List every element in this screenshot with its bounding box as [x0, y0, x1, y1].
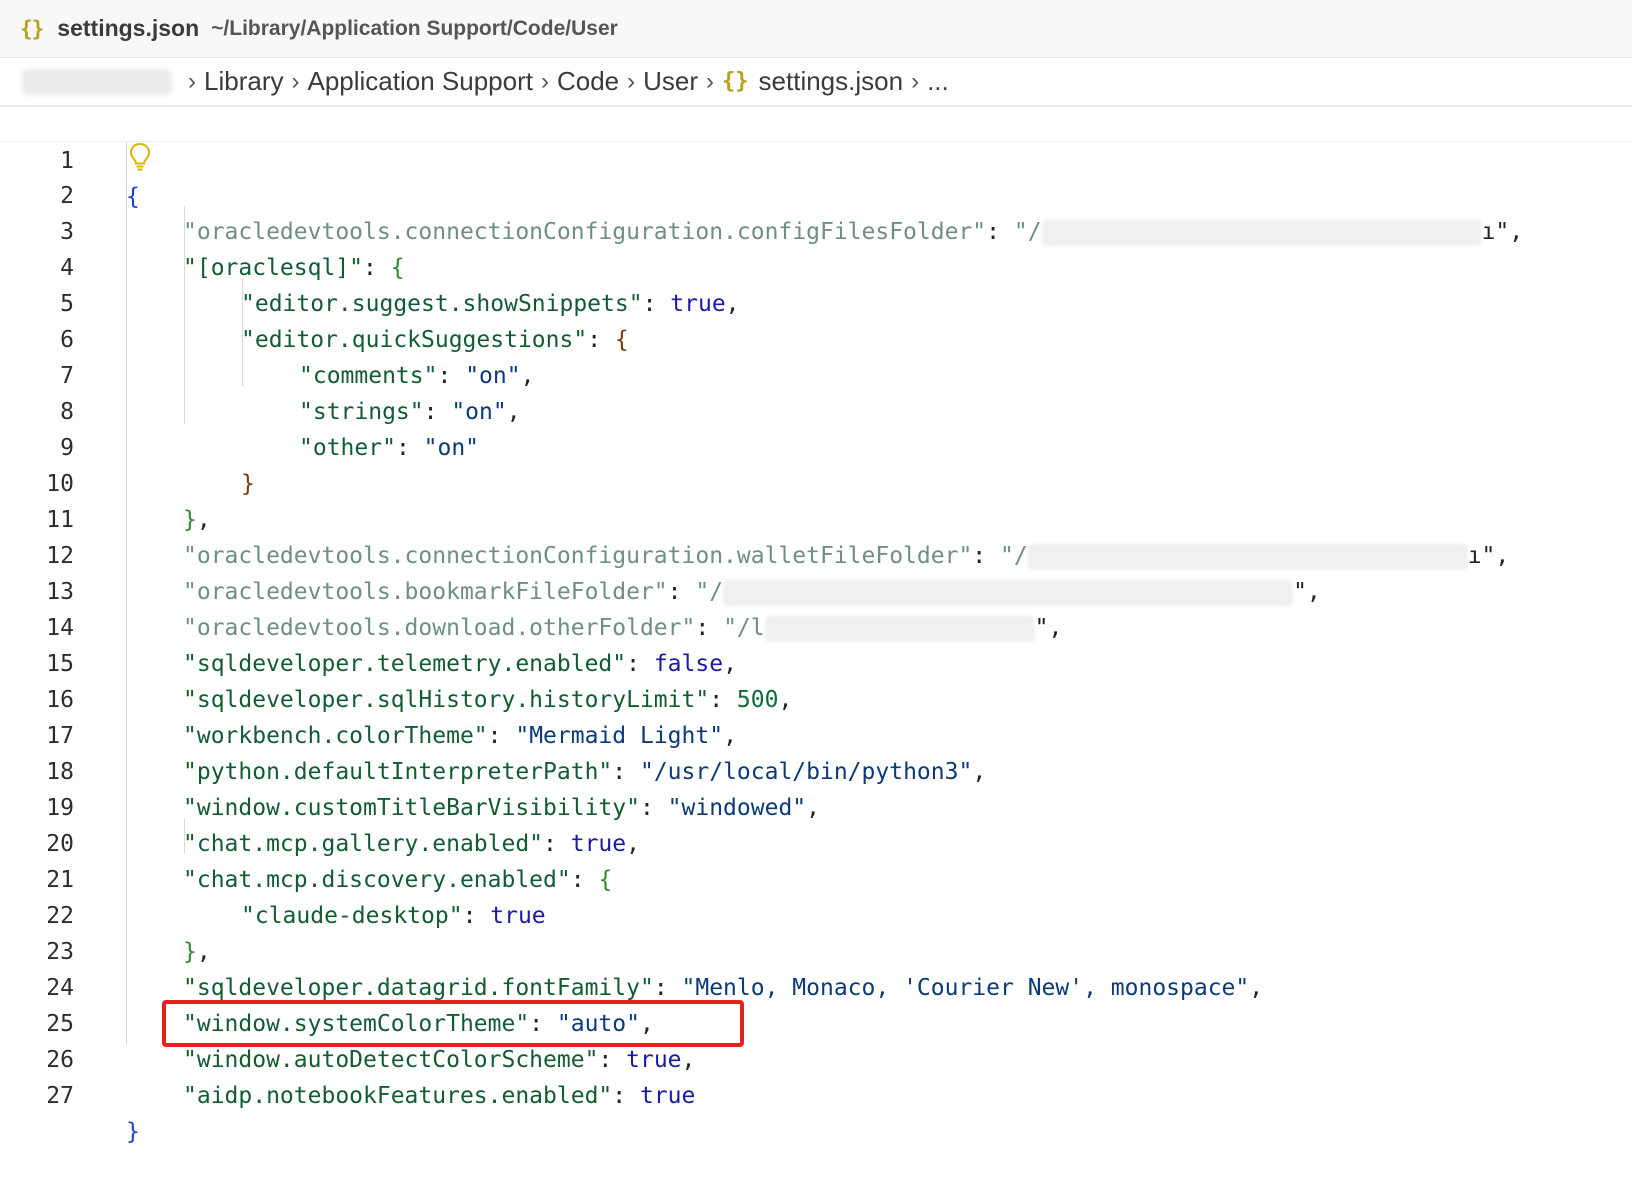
- code-line[interactable]: 11 "oracledevtools.connectionConfigurati…: [0, 466, 1632, 570]
- code-line[interactable]: 19 "chat.mcp.gallery.enabled": true,: [0, 754, 1632, 857]
- code-line[interactable]: 3 "[oraclesql]": {: [0, 178, 1632, 281]
- json-file-icon: {}: [20, 16, 44, 41]
- code-line[interactable]: 14 "sqldeveloper.telemetry.enabled": fal…: [0, 574, 1632, 677]
- breadcrumb: › Library › Application Support › Code ›…: [0, 58, 1632, 106]
- code-line[interactable]: 16 "workbench.colorTheme": "Mermaid Ligh…: [0, 646, 1632, 749]
- code-line[interactable]: 18 "window.customTitleBarVisibility": "w…: [0, 718, 1632, 821]
- line-number: 27: [46, 1083, 74, 1109]
- chevron-right-icon: ›: [291, 67, 300, 95]
- highlight-box: [162, 1000, 744, 1047]
- code-line[interactable]: 6 "comments": "on",: [0, 286, 1632, 389]
- code-line[interactable]: 10 },: [0, 430, 1632, 533]
- code-line[interactable]: 4 "editor.suggest.showSnippets": true,: [0, 214, 1632, 317]
- code-line[interactable]: 12 "oracledevtools.bookmarkFileFolder": …: [0, 502, 1632, 606]
- breadcrumb-item-file[interactable]: settings.json: [759, 66, 904, 97]
- code-line[interactable]: 27 }: [0, 1042, 1632, 1145]
- code-line[interactable]: 21 "claude-desktop": true: [0, 826, 1632, 929]
- code-line[interactable]: 15 "sqldeveloper.sqlHistory.historyLimit…: [0, 610, 1632, 713]
- code-line[interactable]: 9 }: [0, 394, 1632, 497]
- chevron-right-icon: ›: [540, 67, 549, 95]
- chevron-right-icon: ›: [188, 67, 196, 95]
- code-line[interactable]: 8 "other": "on": [0, 358, 1632, 461]
- code-line[interactable]: 13 "oracledevtools.download.otherFolder"…: [0, 538, 1632, 642]
- title-bar: {} settings.json ~/Library/Application S…: [0, 0, 1632, 58]
- code-editor[interactable]: 1 { 2 "oracledevtools.connectionConfigur…: [0, 106, 1632, 1145]
- code-line[interactable]: 7 "strings": "on",: [0, 322, 1632, 425]
- code-line[interactable]: 22 },: [0, 862, 1632, 965]
- json-file-icon: {}: [722, 69, 749, 94]
- breadcrumb-item-user[interactable]: User: [643, 66, 698, 97]
- json-key: "aidp.notebookFeatures.enabled": [183, 1083, 613, 1109]
- breadcrumb-item-library[interactable]: Library: [204, 66, 283, 97]
- json-value: true: [639, 1083, 696, 1109]
- chevron-right-icon: ›: [706, 67, 715, 95]
- chevron-right-icon: ›: [627, 67, 636, 95]
- breadcrumb-item-application-support[interactable]: Application Support: [307, 66, 532, 97]
- title-file-path: ~/Library/Application Support/Code/User: [211, 16, 618, 40]
- code-line[interactable]: 2 "oracledevtools.connectionConfiguratio…: [0, 142, 1632, 246]
- code-line[interactable]: 1 {: [0, 106, 1632, 210]
- breadcrumb-more[interactable]: ...: [927, 66, 949, 97]
- chevron-right-icon: ›: [911, 67, 920, 95]
- code-line[interactable]: 20 "chat.mcp.discovery.enabled": {: [0, 790, 1632, 893]
- code-line[interactable]: 5 "editor.quickSuggestions": {: [0, 250, 1632, 353]
- code-line[interactable]: 24 "window.systemColorTheme": "auto",: [0, 934, 1632, 1037]
- redacted-breadcrumb-segment: [22, 68, 172, 95]
- title-file-name: settings.json: [57, 15, 200, 41]
- breadcrumb-item-code[interactable]: Code: [557, 66, 619, 97]
- lightbulb-icon[interactable]: [128, 142, 152, 172]
- code-line[interactable]: 17 "python.defaultInterpreterPath": "/us…: [0, 682, 1632, 785]
- code-line[interactable]: 23 "sqldeveloper.datagrid.fontFamily": "…: [0, 898, 1632, 1001]
